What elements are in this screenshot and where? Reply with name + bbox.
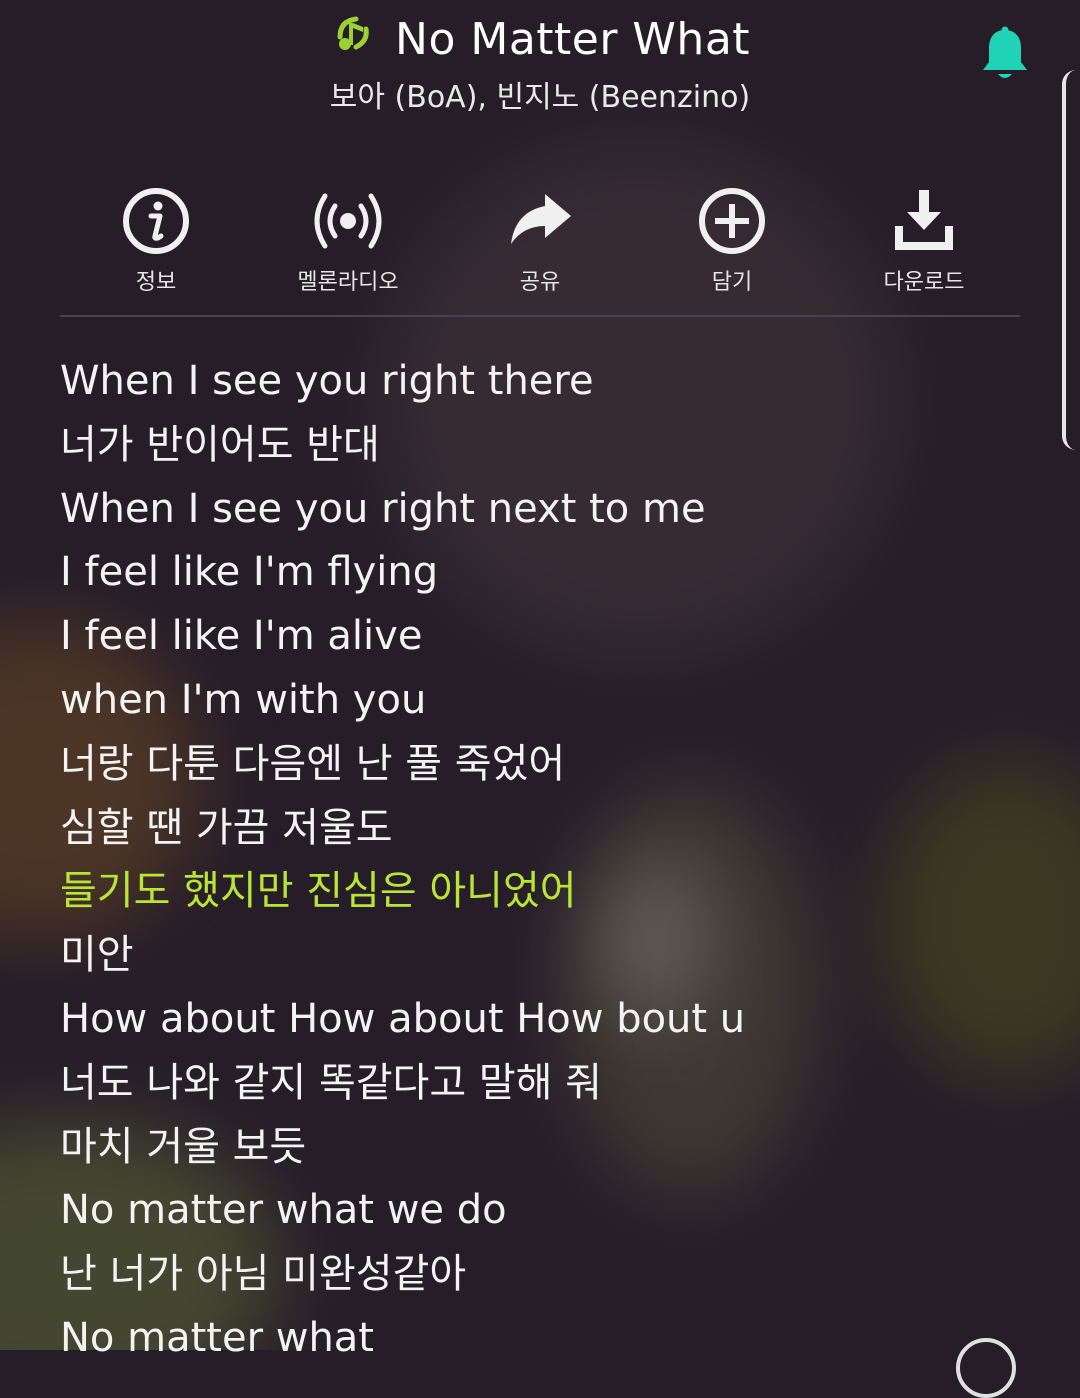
- action-bar: 정보 멜론라디오 공유 담기 다운로드: [60, 186, 1020, 296]
- lyrics-panel[interactable]: When I see you right there 너가 반이어도 반대 Wh…: [60, 350, 1040, 1371]
- current-lyric-line: 들기도 했지만 진심은 아니었어: [60, 868, 577, 915]
- lyric-line: 너가 반이어도 반대: [60, 421, 380, 468]
- download-button[interactable]: 다운로드: [828, 186, 1020, 296]
- lyric-line: 미안: [60, 932, 134, 979]
- lyric-line: 마치 거울 보듯: [60, 1123, 307, 1170]
- lyric-line: 너도 나와 같지 똑같다고 말해 줘: [60, 1059, 602, 1106]
- info-icon: [123, 188, 189, 254]
- radio-icon: [314, 193, 382, 249]
- music-note-icon: [337, 16, 369, 50]
- add-label: 담기: [711, 270, 753, 295]
- share-icon: [511, 194, 571, 244]
- share-label: 공유: [519, 270, 561, 295]
- player-header: No Matter What 보아 (BoA), 빈지노 (Beenzino): [0, 0, 1080, 130]
- radio-label: 멜론라디오: [297, 270, 399, 295]
- radio-button[interactable]: 멜론라디오: [252, 186, 444, 296]
- lyric-line: No matter what: [60, 1314, 374, 1361]
- lyric-line: when I'm with you: [60, 676, 427, 723]
- divider: [60, 315, 1020, 317]
- lyric-line: When I see you right next to me: [60, 485, 706, 532]
- lyric-line: When I see you right there: [60, 358, 594, 404]
- info-label: 정보: [135, 270, 177, 295]
- floating-button[interactable]: [956, 1338, 1016, 1398]
- download-icon: [895, 190, 953, 250]
- lyric-line: 너랑 다툰 다음엔 난 풀 죽었어: [60, 740, 566, 787]
- lyric-line: 심할 땐 가끔 저울도: [60, 804, 393, 851]
- lyric-line: How about How about How bout u: [60, 995, 746, 1042]
- download-label: 다운로드: [883, 270, 965, 295]
- artist-name: 보아 (BoA), 빈지노 (Beenzino): [329, 80, 751, 115]
- share-button[interactable]: 공유: [444, 186, 636, 296]
- lyric-line: No matter what we do: [60, 1187, 507, 1234]
- side-panel-handle[interactable]: [1062, 70, 1080, 450]
- lyric-line: I feel like I'm flying: [60, 549, 439, 596]
- add-circle-icon: [699, 188, 765, 254]
- song-title: No Matter What: [395, 14, 751, 65]
- info-button[interactable]: 정보: [60, 186, 252, 296]
- add-to-playlist-button[interactable]: 담기: [636, 186, 828, 296]
- lyric-line: I feel like I'm alive: [60, 613, 423, 660]
- lyric-line: 난 너가 아님 미완성같아: [60, 1251, 467, 1298]
- title-row: No Matter What: [0, 14, 1080, 65]
- notification-bell-icon[interactable]: [980, 26, 1030, 82]
